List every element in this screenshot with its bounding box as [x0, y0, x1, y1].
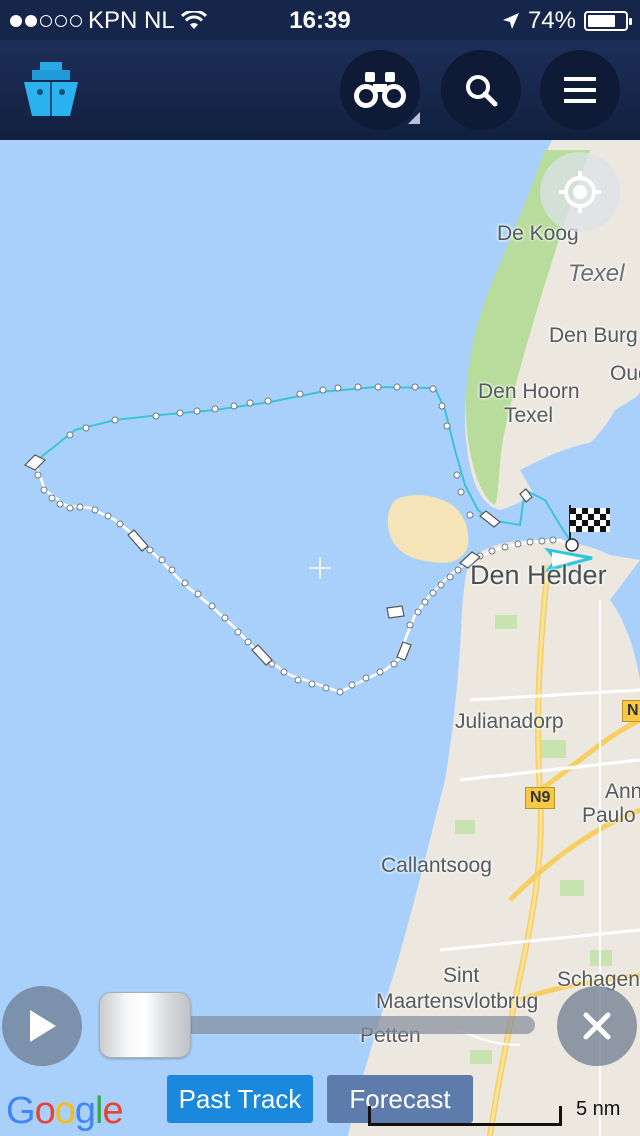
place-sint: Sint	[443, 964, 480, 987]
finish-flag-icon	[565, 505, 610, 552]
place-den-helder: Den Helder	[470, 560, 607, 590]
search-icon	[466, 75, 498, 107]
play-button[interactable]	[2, 986, 82, 1066]
status-right: 74%	[502, 7, 632, 35]
place-julianadorp: Julianadorp	[455, 710, 564, 733]
location-arrow-icon	[502, 13, 519, 29]
search-button[interactable]	[441, 50, 521, 130]
timeline-slider-thumb[interactable]	[99, 992, 191, 1058]
place-anna-paulowna-1: Ann	[605, 780, 640, 803]
dropdown-corner-icon	[408, 112, 420, 124]
crosshair-locate-icon	[559, 171, 601, 213]
battery-percent: 74%	[527, 7, 576, 34]
road-sign-n: N	[622, 700, 640, 722]
place-den-hoorn-texel: Texel	[504, 404, 554, 427]
tab-past-track[interactable]: Past Track	[167, 1075, 313, 1123]
place-den-hoorn: Den Hoorn	[478, 380, 580, 403]
road-sign-n9: N9	[525, 787, 556, 809]
close-icon	[583, 1012, 611, 1040]
place-texel: Texel	[568, 260, 625, 287]
play-icon	[30, 1010, 56, 1042]
map-canvas	[23, 140, 640, 1136]
binoculars-icon	[354, 72, 406, 108]
battery-icon	[584, 11, 632, 31]
scale-bar	[368, 1106, 562, 1126]
binoculars-button[interactable]	[340, 50, 420, 130]
sandbank	[387, 495, 469, 563]
map-center-crosshair	[309, 557, 331, 579]
close-button[interactable]	[557, 986, 637, 1066]
place-oud: Oud	[610, 362, 640, 385]
status-bar: KPN NL 16:39 74%	[0, 0, 640, 40]
locate-me-button[interactable]	[540, 152, 620, 232]
place-anna-paulowna-2: Paulo	[582, 804, 636, 827]
map-view[interactable]: De Koog Texel Den Burg Oud Den Hoorn Tex…	[0, 140, 640, 1136]
place-maartensvlotbrug: Maartensvlotbrug	[376, 990, 539, 1013]
app-header	[0, 40, 640, 140]
menu-button[interactable]	[540, 50, 620, 130]
google-logo: Google	[6, 1090, 124, 1132]
ship-icon[interactable]	[20, 58, 82, 120]
place-den-burg: Den Burg	[549, 324, 638, 347]
hamburger-menu-icon	[564, 77, 596, 103]
scale-label: 5 nm	[576, 1098, 621, 1120]
place-callantsoog: Callantsoog	[381, 854, 492, 877]
